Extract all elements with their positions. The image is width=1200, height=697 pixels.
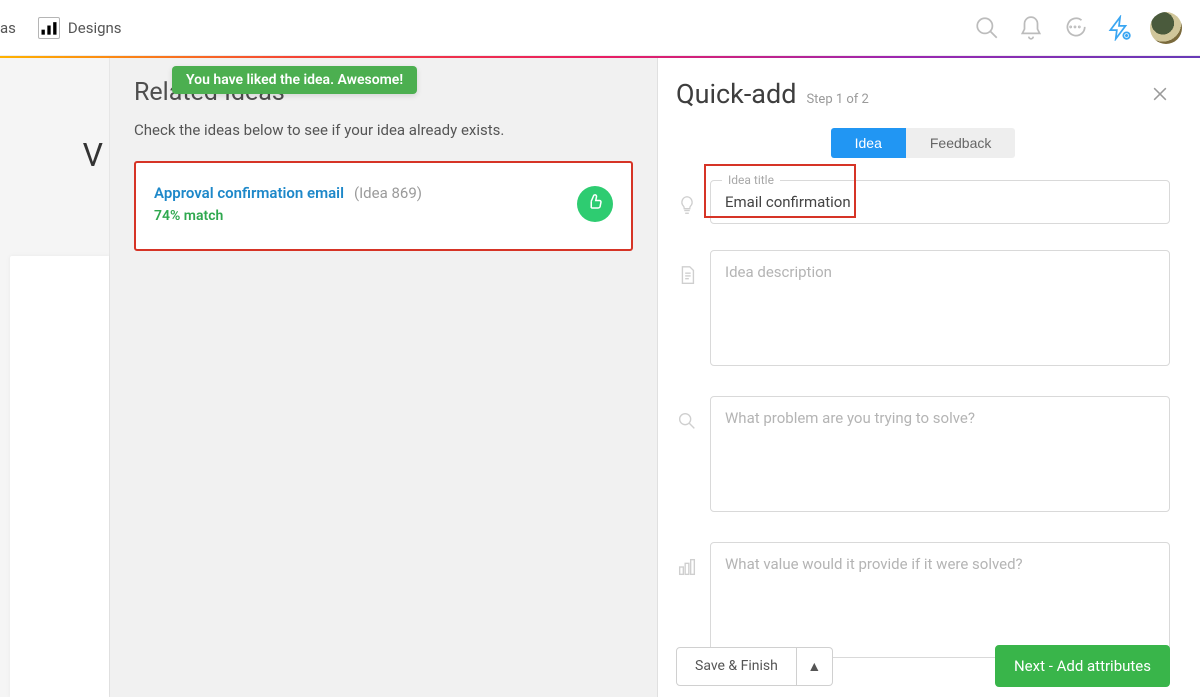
- idea-title-label: Idea title: [722, 173, 780, 187]
- magnifier-icon: [676, 410, 698, 432]
- chat-icon[interactable]: [1062, 15, 1088, 41]
- bell-icon[interactable]: [1018, 15, 1044, 41]
- quick-add-title: Quick-add: [676, 78, 796, 110]
- close-icon[interactable]: [1150, 84, 1170, 104]
- lightbulb-icon: [676, 194, 698, 216]
- thumbs-up-icon: [586, 193, 604, 215]
- topbar-right: [974, 12, 1182, 44]
- topbar-left: as Designs: [0, 17, 122, 39]
- value-field-wrap: [710, 542, 1170, 662]
- like-button[interactable]: [577, 186, 613, 222]
- topbar: as Designs: [0, 0, 1200, 56]
- row-idea-title: Idea title: [676, 180, 1170, 224]
- next-button[interactable]: Next - Add attributes: [995, 645, 1170, 687]
- bg-card: [10, 256, 109, 697]
- save-button-group: Save & Finish ▲: [676, 647, 833, 686]
- row-problem: [676, 396, 1170, 516]
- idea-info: Approval confirmation email (Idea 869) 7…: [154, 181, 422, 227]
- idea-desc-field-wrap: [710, 250, 1170, 370]
- quick-add-tabs: Idea Feedback: [676, 128, 1170, 158]
- save-dropdown-button[interactable]: ▲: [797, 647, 833, 686]
- row-idea-description: [676, 250, 1170, 370]
- related-ideas-panel: You have liked the idea. Awesome! Relate…: [110, 58, 658, 697]
- search-icon[interactable]: [974, 15, 1000, 41]
- idea-card: Approval confirmation email (Idea 869) 7…: [134, 161, 633, 251]
- tab-idea[interactable]: Idea: [831, 128, 906, 158]
- document-icon: [676, 264, 698, 286]
- idea-description-input[interactable]: [710, 250, 1170, 366]
- toast-liked: You have liked the idea. Awesome!: [172, 66, 417, 94]
- idea-link[interactable]: Approval confirmation email: [154, 184, 344, 202]
- quick-add-header: Quick-add Step 1 of 2: [676, 78, 1170, 110]
- nav-item-as[interactable]: as: [0, 19, 16, 37]
- nav-label-as: as: [0, 19, 16, 37]
- save-finish-button[interactable]: Save & Finish: [676, 647, 797, 686]
- idea-match: 74% match: [154, 206, 422, 228]
- nav-label-designs: Designs: [68, 19, 122, 37]
- background-strip: V: [0, 58, 110, 697]
- avatar[interactable]: [1150, 12, 1182, 44]
- nav-item-designs[interactable]: Designs: [38, 17, 122, 39]
- quick-add-step: Step 1 of 2: [806, 92, 868, 107]
- bg-char: V: [83, 136, 103, 174]
- value-icon: [676, 556, 698, 578]
- idea-id: (Idea 869): [354, 184, 422, 202]
- row-value: [676, 542, 1170, 662]
- quick-add-footer: Save & Finish ▲ Next - Add attributes: [676, 645, 1170, 687]
- designs-icon: [38, 17, 60, 39]
- quick-add-title-wrap: Quick-add Step 1 of 2: [676, 78, 869, 110]
- problem-input[interactable]: [710, 396, 1170, 512]
- tab-feedback[interactable]: Feedback: [906, 128, 1015, 158]
- value-input[interactable]: [710, 542, 1170, 658]
- main-area: V You have liked the idea. Awesome! Rela…: [0, 58, 1200, 697]
- quick-add-icon[interactable]: [1106, 15, 1132, 41]
- related-ideas-subtitle: Check the ideas below to see if your ide…: [134, 121, 633, 139]
- problem-field-wrap: [710, 396, 1170, 516]
- quick-add-panel: Quick-add Step 1 of 2 Idea Feedback Idea…: [658, 58, 1200, 697]
- idea-title-field-wrap: Idea title: [710, 180, 1170, 224]
